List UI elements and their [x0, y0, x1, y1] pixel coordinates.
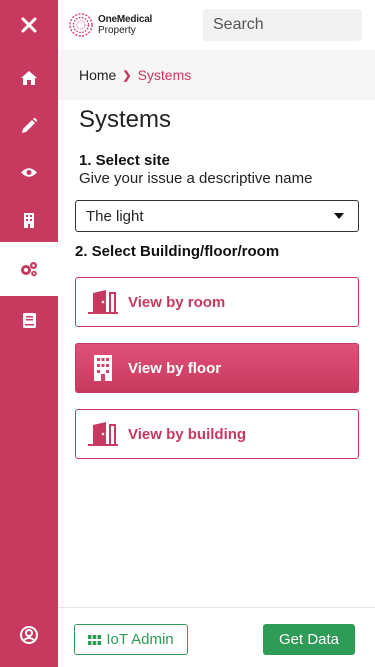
sidebar-item-systems[interactable] [0, 242, 58, 296]
view-by-building-button[interactable]: View by building [75, 409, 359, 459]
iot-admin-button[interactable]: IoT Admin [74, 624, 188, 655]
sidebar-item-profile[interactable] [0, 612, 58, 658]
logo-text-line2: Property [98, 25, 136, 36]
logo-text-line1: OneMedical [98, 14, 153, 25]
view-by-building-label: View by building [128, 425, 247, 443]
top-header: OneMedical Property [58, 0, 375, 50]
door-icon [88, 290, 118, 314]
view-by-room-label: View by room [128, 293, 226, 311]
sidebar-item-home[interactable] [0, 55, 58, 101]
close-menu-button[interactable] [0, 2, 58, 48]
sidebar-item-docs[interactable] [0, 297, 58, 343]
home-icon [21, 71, 37, 85]
pencil-icon [21, 117, 37, 133]
door-icon [88, 422, 118, 446]
building-icon [94, 355, 112, 381]
app-logo[interactable]: OneMedical Property [68, 12, 152, 38]
step1-hint: Give your issue a descriptive name [79, 170, 313, 187]
sidebar-item-view[interactable] [0, 149, 58, 195]
breadcrumb-current: Systems [137, 67, 192, 83]
search-input[interactable] [203, 9, 362, 41]
get-data-label: Get Data [278, 631, 340, 648]
step2-label: 2. Select Building/floor/room [75, 243, 280, 260]
iot-admin-label: IoT Admin [106, 631, 174, 648]
view-by-floor-label: View by floor [128, 359, 222, 377]
page-title: Systems [79, 106, 172, 133]
footer-bar: IoT Admin Get Data [58, 607, 375, 667]
close-icon [21, 17, 37, 33]
sidebar-item-buildings[interactable] [0, 197, 58, 243]
site-select-value: The light [86, 207, 144, 225]
user-circle-icon [20, 626, 38, 644]
sidebar [0, 0, 58, 667]
breadcrumb: Home ❯ Systems [58, 50, 375, 100]
view-by-room-button[interactable]: View by room [75, 277, 359, 327]
caret-down-icon [334, 213, 344, 219]
eye-icon [21, 167, 37, 177]
gears-icon [21, 262, 37, 277]
site-select[interactable]: The light [75, 200, 359, 232]
grid-icon [88, 634, 102, 645]
sidebar-item-edit[interactable] [0, 102, 58, 148]
logo-mark-icon [69, 13, 93, 37]
breadcrumb-home-link[interactable]: Home [79, 67, 116, 83]
chevron-right-icon: ❯ [122, 69, 132, 82]
get-data-button[interactable]: Get Data [263, 624, 355, 655]
step1-label: 1. Select site [79, 152, 170, 169]
building-icon [24, 212, 34, 228]
view-by-floor-button[interactable]: View by floor [75, 343, 359, 393]
book-icon [22, 312, 36, 328]
